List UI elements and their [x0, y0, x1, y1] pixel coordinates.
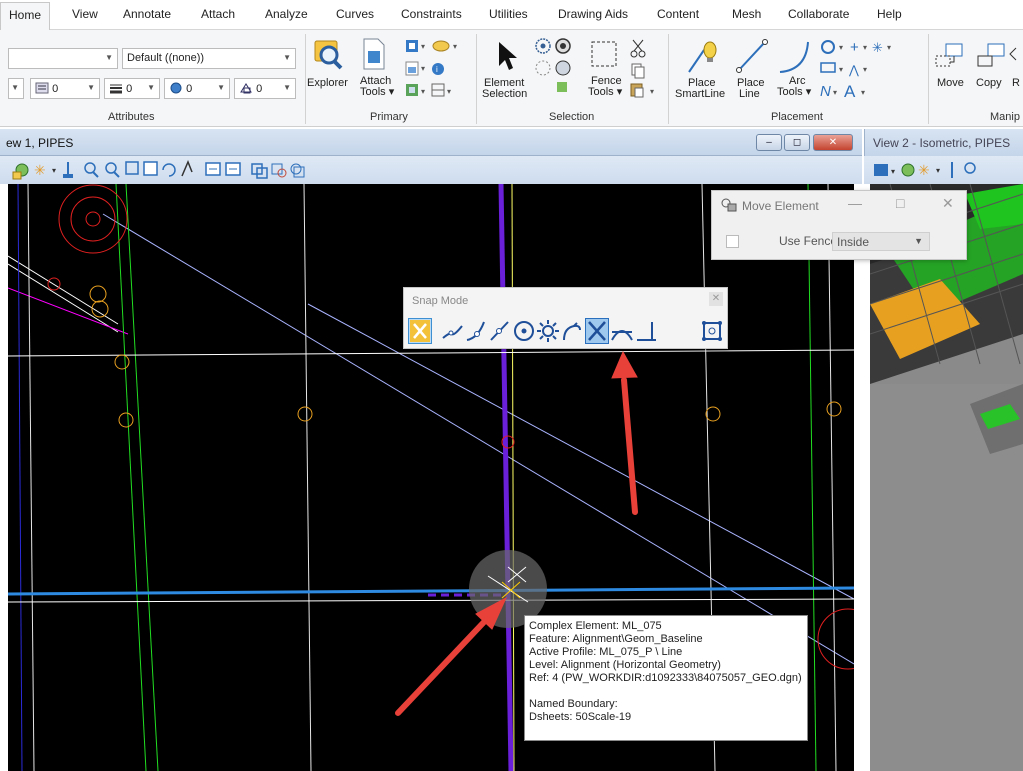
annotation-arrows	[395, 350, 638, 716]
